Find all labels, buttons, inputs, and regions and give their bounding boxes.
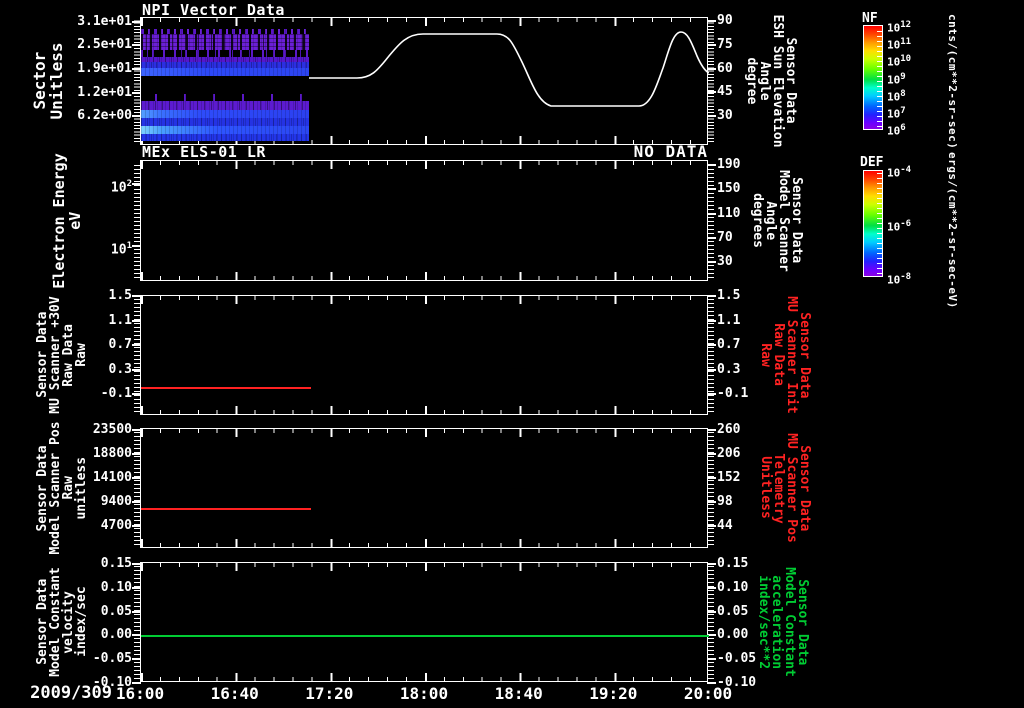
panel-model-scanner-pos: 23500 18800 14100 9400 4700 260 206 152 98 44 Se… bbox=[35, 421, 812, 554]
y-axis-left-label: Sensor Data Model Constant velocity inde… bbox=[35, 567, 89, 677]
panel-npi-vector-data: 3.1e+01 2.5e+01 1.9e+01 1.2e+01 6.2e+00 90 75… bbox=[30, 13, 798, 148]
scanner-pos-line bbox=[141, 508, 311, 510]
panel-model-constant: 0.15 0.10 0.05 0.00 -0.05 -0.10 0.15 0.10 0.05 0… bbox=[35, 556, 810, 690]
time-axis-labels: 16:00 16:40 17:20 18:00 18:40 19:20 20:00 bbox=[116, 684, 732, 706]
y-axis-right-label: Sensor Data Model Constant acceleration … bbox=[756, 567, 810, 677]
mu-scanner-raw-line bbox=[141, 387, 311, 389]
y-axis-right-label: Sensor Data ESH Sun Elevation Angle degr… bbox=[744, 14, 798, 148]
x-minor-ticks bbox=[141, 18, 707, 22]
def-colorbar-ticks bbox=[877, 173, 882, 274]
x-major-ticks bbox=[141, 18, 707, 26]
time-tick-label: 16:40 bbox=[210, 684, 259, 703]
def-colorbar: 10-4 10-6 10-8 bbox=[863, 165, 911, 287]
time-tick-label: 16:00 bbox=[115, 684, 165, 703]
y-axis-left-label: Sector Unitless bbox=[30, 42, 66, 120]
y-axis-right-label: Sensor Data MU Scanner Init Raw Data Raw bbox=[758, 296, 812, 414]
time-tick-label: 18:00 bbox=[399, 684, 449, 703]
def-colorbar-title: DEF bbox=[860, 155, 884, 170]
time-tick-label: 19:20 bbox=[589, 684, 638, 703]
model-constant-velocity-line bbox=[141, 635, 709, 637]
npi-sector-spectrogram bbox=[141, 29, 309, 141]
y-axis-right-label: Sensor Data MU Scanner Pos Telemetry Uni… bbox=[758, 433, 812, 543]
plot-page: NPI Vector Data MEx ELS-01 LR NO DATA 3.… bbox=[0, 0, 1024, 708]
def-colorbar-units: ergs/(cm**2-sr-sec-eV) bbox=[946, 152, 959, 309]
panel-mu-scanner-30v: 1.5 1.1 0.7 0.3 -0.1 1.5 1.1 0.7 0.3 -0.1 Sensor… bbox=[35, 288, 812, 415]
nf-colorbar-units: cnts/(cm**2-sr-sec) bbox=[946, 14, 959, 150]
y-axis-left-label: Sensor Data MU Scanner +30V Raw Data Raw bbox=[35, 296, 89, 414]
nf-colorbar: 1012 1011 1010 109 108 107 106 bbox=[863, 20, 911, 138]
y-minor-ticks bbox=[708, 20, 714, 142]
panel-mex-els: 102 101 190 150 110 70 30 Electron Energy eV … bbox=[50, 153, 804, 288]
date-label: 2009/309 bbox=[30, 683, 112, 703]
time-tick-label: 17:20 bbox=[305, 684, 354, 703]
time-tick-label: 18:40 bbox=[494, 684, 543, 703]
nf-colorbar-ticks bbox=[877, 28, 882, 127]
y-minor-ticks bbox=[134, 20, 140, 142]
y-axis-left-label: Sensor Data Model Scanner Pos Raw unitle… bbox=[35, 421, 89, 555]
nf-colorbar-title: NF bbox=[862, 11, 878, 26]
nf-colorbar-tick-labels: 1012 1011 1010 109 108 107 106 bbox=[887, 20, 912, 138]
y-axis-left-ticks: 3.1e+01 2.5e+01 1.9e+01 1.2e+01 6.2e+00 bbox=[62, 14, 141, 144]
def-colorbar-tick-labels: 10-4 10-6 10-8 bbox=[887, 165, 912, 287]
y-axis-right-label: Sensor Data Model Scanner Angle degrees bbox=[750, 169, 804, 272]
time-tick-label: 20:00 bbox=[683, 684, 733, 703]
y-axis-left-label: Electron Energy eV bbox=[50, 152, 84, 289]
